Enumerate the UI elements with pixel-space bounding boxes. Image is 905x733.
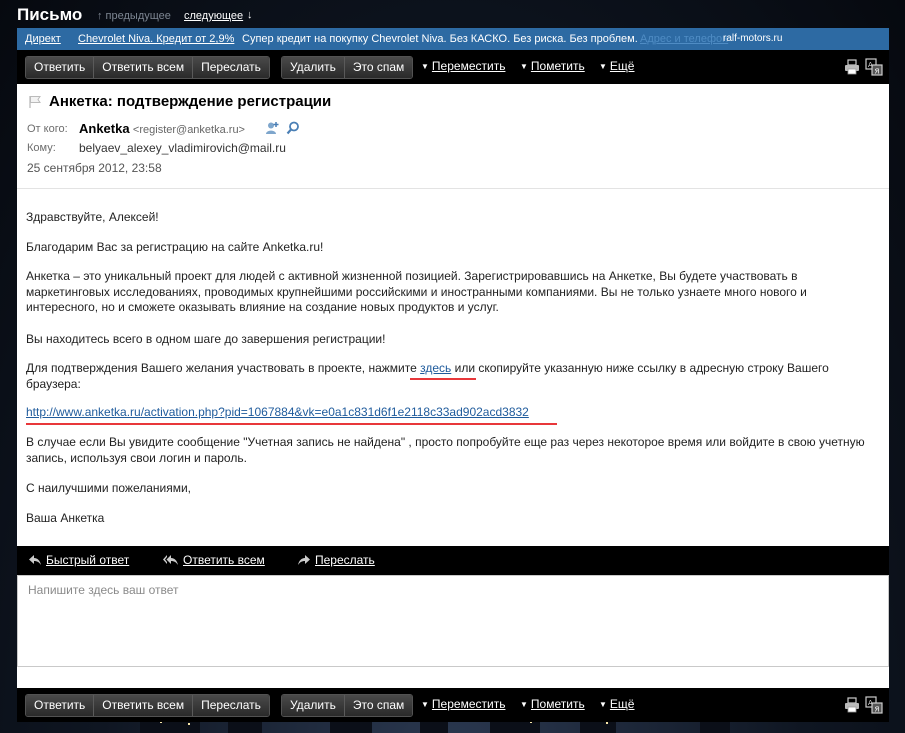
translate-icon[interactable]: A Я	[865, 696, 883, 714]
message-subject: Анкетка: подтверждение регистрации	[49, 93, 332, 110]
sender-name[interactable]: Anketka	[79, 121, 130, 136]
chevron-down-icon: ▼	[520, 62, 528, 71]
reply-button[interactable]: Ответить	[26, 695, 95, 716]
chevron-down-icon: ▼	[421, 62, 429, 71]
confirm-here-link[interactable]: здесь	[420, 361, 451, 375]
delete-button[interactable]: Удалить	[282, 57, 345, 78]
not-found-text: В случае если Вы увидите сообщение "Учет…	[26, 435, 865, 465]
highlight-underline	[26, 423, 557, 425]
chevron-down-icon: ▼	[599, 62, 607, 71]
reply-button-group: Ответить Ответить всем Переслать	[25, 56, 270, 79]
reply-all-button[interactable]: Ответить всем	[94, 695, 194, 716]
printer-icon[interactable]	[843, 58, 861, 76]
header-divider	[17, 188, 889, 189]
forward-arrow-icon	[298, 555, 310, 565]
move-dropdown[interactable]: ▼ Переместить	[421, 697, 505, 711]
reply-all-button[interactable]: Ответить всем	[94, 57, 194, 78]
translate-icon[interactable]: A Я	[865, 58, 883, 76]
prev-message-link[interactable]: ↑ предыдущее	[97, 10, 171, 22]
mark-dropdown[interactable]: ▼ Пометить	[520, 59, 585, 73]
quick-reply-all-button[interactable]: Ответить всем	[163, 553, 265, 567]
recipient-email: belyaev_alexey_vladimirovich@mail.ru	[79, 141, 286, 155]
ad-text: Супер кредит на покупку Chevrolet Niva. …	[242, 33, 638, 45]
delete-button-group: Удалить Это спам	[281, 694, 414, 717]
printer-icon[interactable]	[843, 696, 861, 714]
reply-button-group: Ответить Ответить всем Переслать	[25, 694, 270, 717]
mark-dropdown[interactable]: ▼ Пометить	[520, 697, 585, 711]
delete-button[interactable]: Удалить	[282, 695, 345, 716]
next-message-link[interactable]: следующее	[184, 10, 243, 22]
ad-direct-link[interactable]: Директ	[25, 33, 61, 45]
greeting-text: Здравствуйте, Алексей!	[26, 210, 159, 224]
highlight-underline	[410, 378, 476, 380]
message-date: 25 сентября 2012, 23:58	[27, 161, 162, 175]
svg-text:A: A	[868, 699, 873, 707]
add-contact-icon[interactable]	[265, 121, 279, 135]
quick-reply-button[interactable]: Быстрый ответ	[29, 553, 129, 567]
spam-button[interactable]: Это спам	[344, 695, 413, 716]
reply-button[interactable]: Ответить	[26, 57, 95, 78]
thanks-text: Благодарим Вас за регистрацию на сайте A…	[26, 240, 324, 254]
spam-button[interactable]: Это спам	[344, 57, 413, 78]
move-dropdown[interactable]: ▼ Переместить	[421, 59, 505, 73]
quick-forward-button[interactable]: Переслать	[298, 553, 375, 567]
svg-text:Я: Я	[875, 706, 880, 714]
forward-button[interactable]: Переслать	[193, 695, 269, 716]
reply-all-arrow-icon	[163, 555, 178, 565]
regards-text: С наилучшими пожеланиями,	[26, 481, 192, 495]
to-label: Кому:	[27, 142, 56, 154]
activation-paragraph: http://www.anketka.ru/activation.php?pid…	[26, 405, 881, 421]
message-panel: Анкетка: подтверждение регистрации От ко…	[17, 84, 889, 546]
ad-title-link[interactable]: Chevrolet Niva. Кредит от 2,9%	[78, 33, 234, 45]
about-text: Анкетка – это уникальный проект для люде…	[26, 269, 807, 314]
svg-text:A: A	[868, 61, 873, 69]
top-bar: Письмо ↑ предыдущее следующее ↓	[0, 0, 905, 28]
next-arrow-icon: ↓	[247, 9, 253, 21]
ad-domain: ralf-motors.ru	[723, 33, 783, 44]
reply-arrow-icon	[29, 555, 41, 565]
more-dropdown[interactable]: ▼ Ещё	[599, 59, 634, 73]
activation-url-link[interactable]: http://www.anketka.ru/activation.php?pid…	[26, 405, 529, 419]
sender-email: <register@anketka.ru>	[132, 124, 245, 136]
sender: Anketka <register@anketka.ru>	[79, 121, 245, 136]
confirm-paragraph: Для подтверждения Вашего желания участво…	[26, 361, 881, 392]
from-label: От кого:	[27, 123, 68, 135]
more-dropdown[interactable]: ▼ Ещё	[599, 697, 634, 711]
confirm-text-before: Для подтверждения Вашего желания участво…	[26, 361, 421, 375]
chevron-down-icon: ▼	[520, 700, 528, 709]
signature-text: Ваша Анкетка	[26, 511, 105, 525]
bottom-toolbar: Ответить Ответить всем Переслать Удалить…	[17, 688, 889, 722]
forward-button[interactable]: Переслать	[193, 57, 269, 78]
chevron-down-icon: ▼	[421, 700, 429, 709]
ad-bar: Директ Chevrolet Niva. Кредит от 2,9% Су…	[17, 28, 889, 50]
top-toolbar: Ответить Ответить всем Переслать Удалить…	[17, 50, 889, 84]
quick-reply-bar: Быстрый ответ Ответить всем Переслать	[17, 546, 889, 575]
flag-icon[interactable]	[28, 95, 42, 109]
one-step-text: Вы находитесь всего в одном шаге до заве…	[26, 332, 386, 346]
reply-textarea[interactable]: Напишите здесь ваш ответ	[17, 575, 889, 667]
page-title: Письмо	[17, 5, 83, 24]
delete-button-group: Удалить Это спам	[281, 56, 414, 79]
reply-placeholder: Напишите здесь ваш ответ	[28, 583, 179, 597]
reply-area-footer	[17, 667, 889, 688]
ad-contact-link[interactable]: Адрес и телефон	[640, 33, 728, 45]
search-icon[interactable]	[286, 121, 300, 135]
chevron-down-icon: ▼	[599, 700, 607, 709]
svg-text:Я: Я	[875, 68, 880, 76]
